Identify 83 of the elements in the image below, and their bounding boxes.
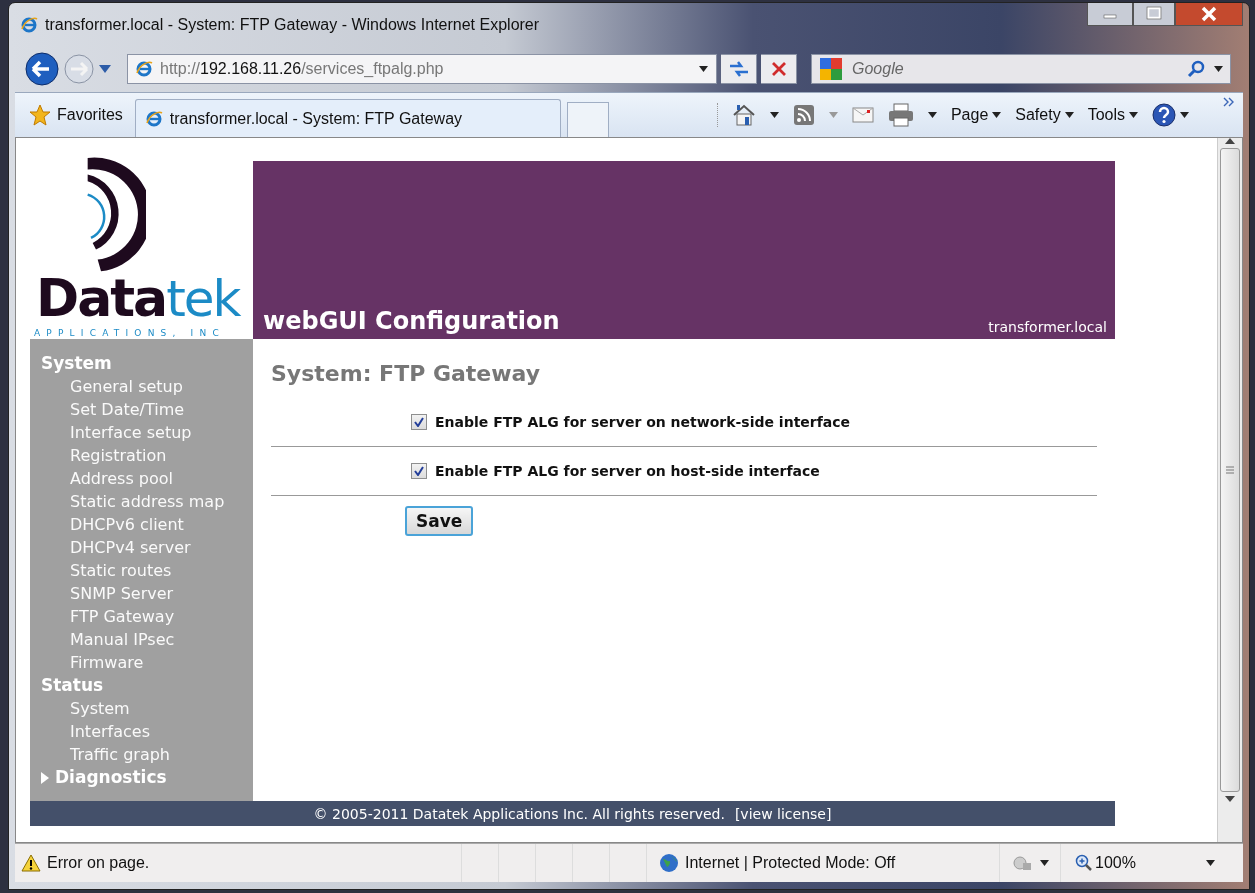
menu-button[interactable]: Page bbox=[950, 106, 1002, 124]
sidebar-section[interactable]: Diagnostics bbox=[30, 766, 253, 789]
warning-icon[interactable] bbox=[21, 854, 41, 872]
close-icon bbox=[770, 61, 787, 77]
caret-icon[interactable] bbox=[1039, 860, 1049, 866]
grip-icon bbox=[1226, 466, 1234, 474]
caret-icon bbox=[992, 112, 1002, 118]
mail-icon[interactable] bbox=[851, 107, 874, 123]
sidebar-link[interactable]: SNMP Server bbox=[30, 582, 253, 605]
app-title: webGUI Configuration bbox=[263, 307, 560, 335]
window-title: transformer.local - System: FTP Gateway - Windows Internet Explorer bbox=[45, 15, 540, 34]
sidebar-link[interactable]: Firmware bbox=[30, 651, 253, 674]
caret-icon bbox=[1064, 112, 1074, 118]
caret-icon bbox=[1180, 112, 1189, 118]
check-icon bbox=[414, 466, 424, 476]
sidebar-link[interactable]: Address pool bbox=[30, 467, 253, 490]
address-field[interactable]: http://192.168.11.26/services_ftpalg.php bbox=[127, 54, 717, 84]
security-zone: Internet | Protected Mode: Off bbox=[685, 854, 896, 872]
menu-button[interactable]: Tools bbox=[1087, 106, 1138, 124]
checkbox[interactable] bbox=[411, 463, 427, 479]
feed-icon[interactable] bbox=[792, 104, 815, 126]
menu-button[interactable]: Safety bbox=[1015, 106, 1074, 124]
sidebar-link[interactable]: System bbox=[30, 697, 253, 720]
sidebar-link[interactable]: Traffic graph bbox=[30, 743, 253, 766]
zoom-button[interactable]: 100% bbox=[1075, 854, 1136, 872]
logo-tagline: APPLICATIONS, INC bbox=[33, 328, 225, 338]
check-icon bbox=[414, 417, 424, 427]
chevron-icon[interactable] bbox=[1223, 97, 1235, 107]
printer-icon[interactable] bbox=[887, 103, 914, 127]
refresh-button[interactable] bbox=[721, 54, 757, 84]
help-icon bbox=[1152, 103, 1176, 127]
sidebar-section[interactable]: Status bbox=[30, 674, 253, 697]
checkbox[interactable] bbox=[411, 414, 427, 430]
caret-icon[interactable] bbox=[927, 112, 937, 118]
close-button[interactable] bbox=[1175, 3, 1243, 26]
help-button[interactable] bbox=[1152, 103, 1189, 127]
minimize-button[interactable] bbox=[1087, 3, 1133, 26]
license-link[interactable]: [view license] bbox=[734, 805, 832, 822]
sidebar-link[interactable]: Registration bbox=[30, 444, 253, 467]
sidebar-link[interactable]: FTP Gateway bbox=[30, 605, 253, 628]
sidebar-link[interactable]: Interface setup bbox=[30, 421, 253, 444]
sidebar-link[interactable]: Static routes bbox=[30, 559, 253, 582]
caret-icon[interactable] bbox=[769, 112, 779, 118]
search-field[interactable]: Google bbox=[811, 54, 1231, 84]
sidebar-section[interactable]: System bbox=[30, 352, 253, 375]
search-options-caret-icon[interactable] bbox=[1214, 66, 1223, 72]
caret-icon bbox=[1129, 112, 1138, 118]
zoom-icon bbox=[1075, 854, 1093, 872]
sidebar-link[interactable]: Interfaces bbox=[30, 720, 253, 743]
save-button[interactable]: Save bbox=[405, 506, 474, 536]
page-icon bbox=[136, 60, 154, 78]
favorites-button[interactable]: Favorites bbox=[23, 100, 129, 130]
sidebar-link[interactable]: Manual IPsec bbox=[30, 628, 253, 651]
page-icon bbox=[145, 109, 164, 128]
globe-icon bbox=[659, 853, 679, 873]
sidebar-link[interactable]: Set Date/Time bbox=[30, 398, 253, 421]
maximize-button[interactable] bbox=[1133, 3, 1175, 26]
search-provider-icon bbox=[820, 58, 842, 80]
sidebar-link[interactable]: Static address map bbox=[30, 490, 253, 513]
scrollbar-thumb[interactable] bbox=[1220, 148, 1240, 792]
sidebar-link[interactable]: DHCPv4 server bbox=[30, 536, 253, 559]
browser-logo-icon bbox=[21, 15, 39, 34]
status-message: Error on page. bbox=[47, 854, 150, 872]
checkbox-label: Enable FTP ALG for server on network-side interface bbox=[435, 414, 851, 430]
refresh-icon bbox=[727, 60, 750, 78]
stop-button[interactable] bbox=[761, 54, 797, 84]
search-icon[interactable] bbox=[1187, 60, 1205, 78]
history-caret-icon[interactable] bbox=[99, 65, 111, 73]
sidebar-link[interactable]: DHCPv6 client bbox=[30, 513, 253, 536]
scroll-down-icon[interactable] bbox=[1225, 796, 1235, 802]
checkbox-label: Enable FTP ALG for server on host-side interface bbox=[435, 463, 820, 479]
hostname-label: transformer.local bbox=[988, 319, 1107, 335]
page-heading: System: FTP Gateway bbox=[271, 361, 542, 386]
star-icon bbox=[29, 104, 51, 126]
back-button[interactable] bbox=[25, 52, 59, 86]
home-icon[interactable] bbox=[731, 103, 756, 127]
logo-wordmark: Datatek bbox=[35, 268, 240, 328]
expand-arrow-icon bbox=[41, 771, 49, 784]
browser-tab[interactable]: transformer.local - System: FTP Gateway bbox=[134, 99, 561, 137]
zoom-caret-icon[interactable] bbox=[1206, 860, 1215, 866]
dropdown-caret-icon[interactable] bbox=[699, 66, 708, 72]
copyright-text: © 2005-2011 Datatek Applications Inc. All rights reserved. bbox=[313, 805, 725, 822]
sidebar-link[interactable]: General setup bbox=[30, 375, 253, 398]
